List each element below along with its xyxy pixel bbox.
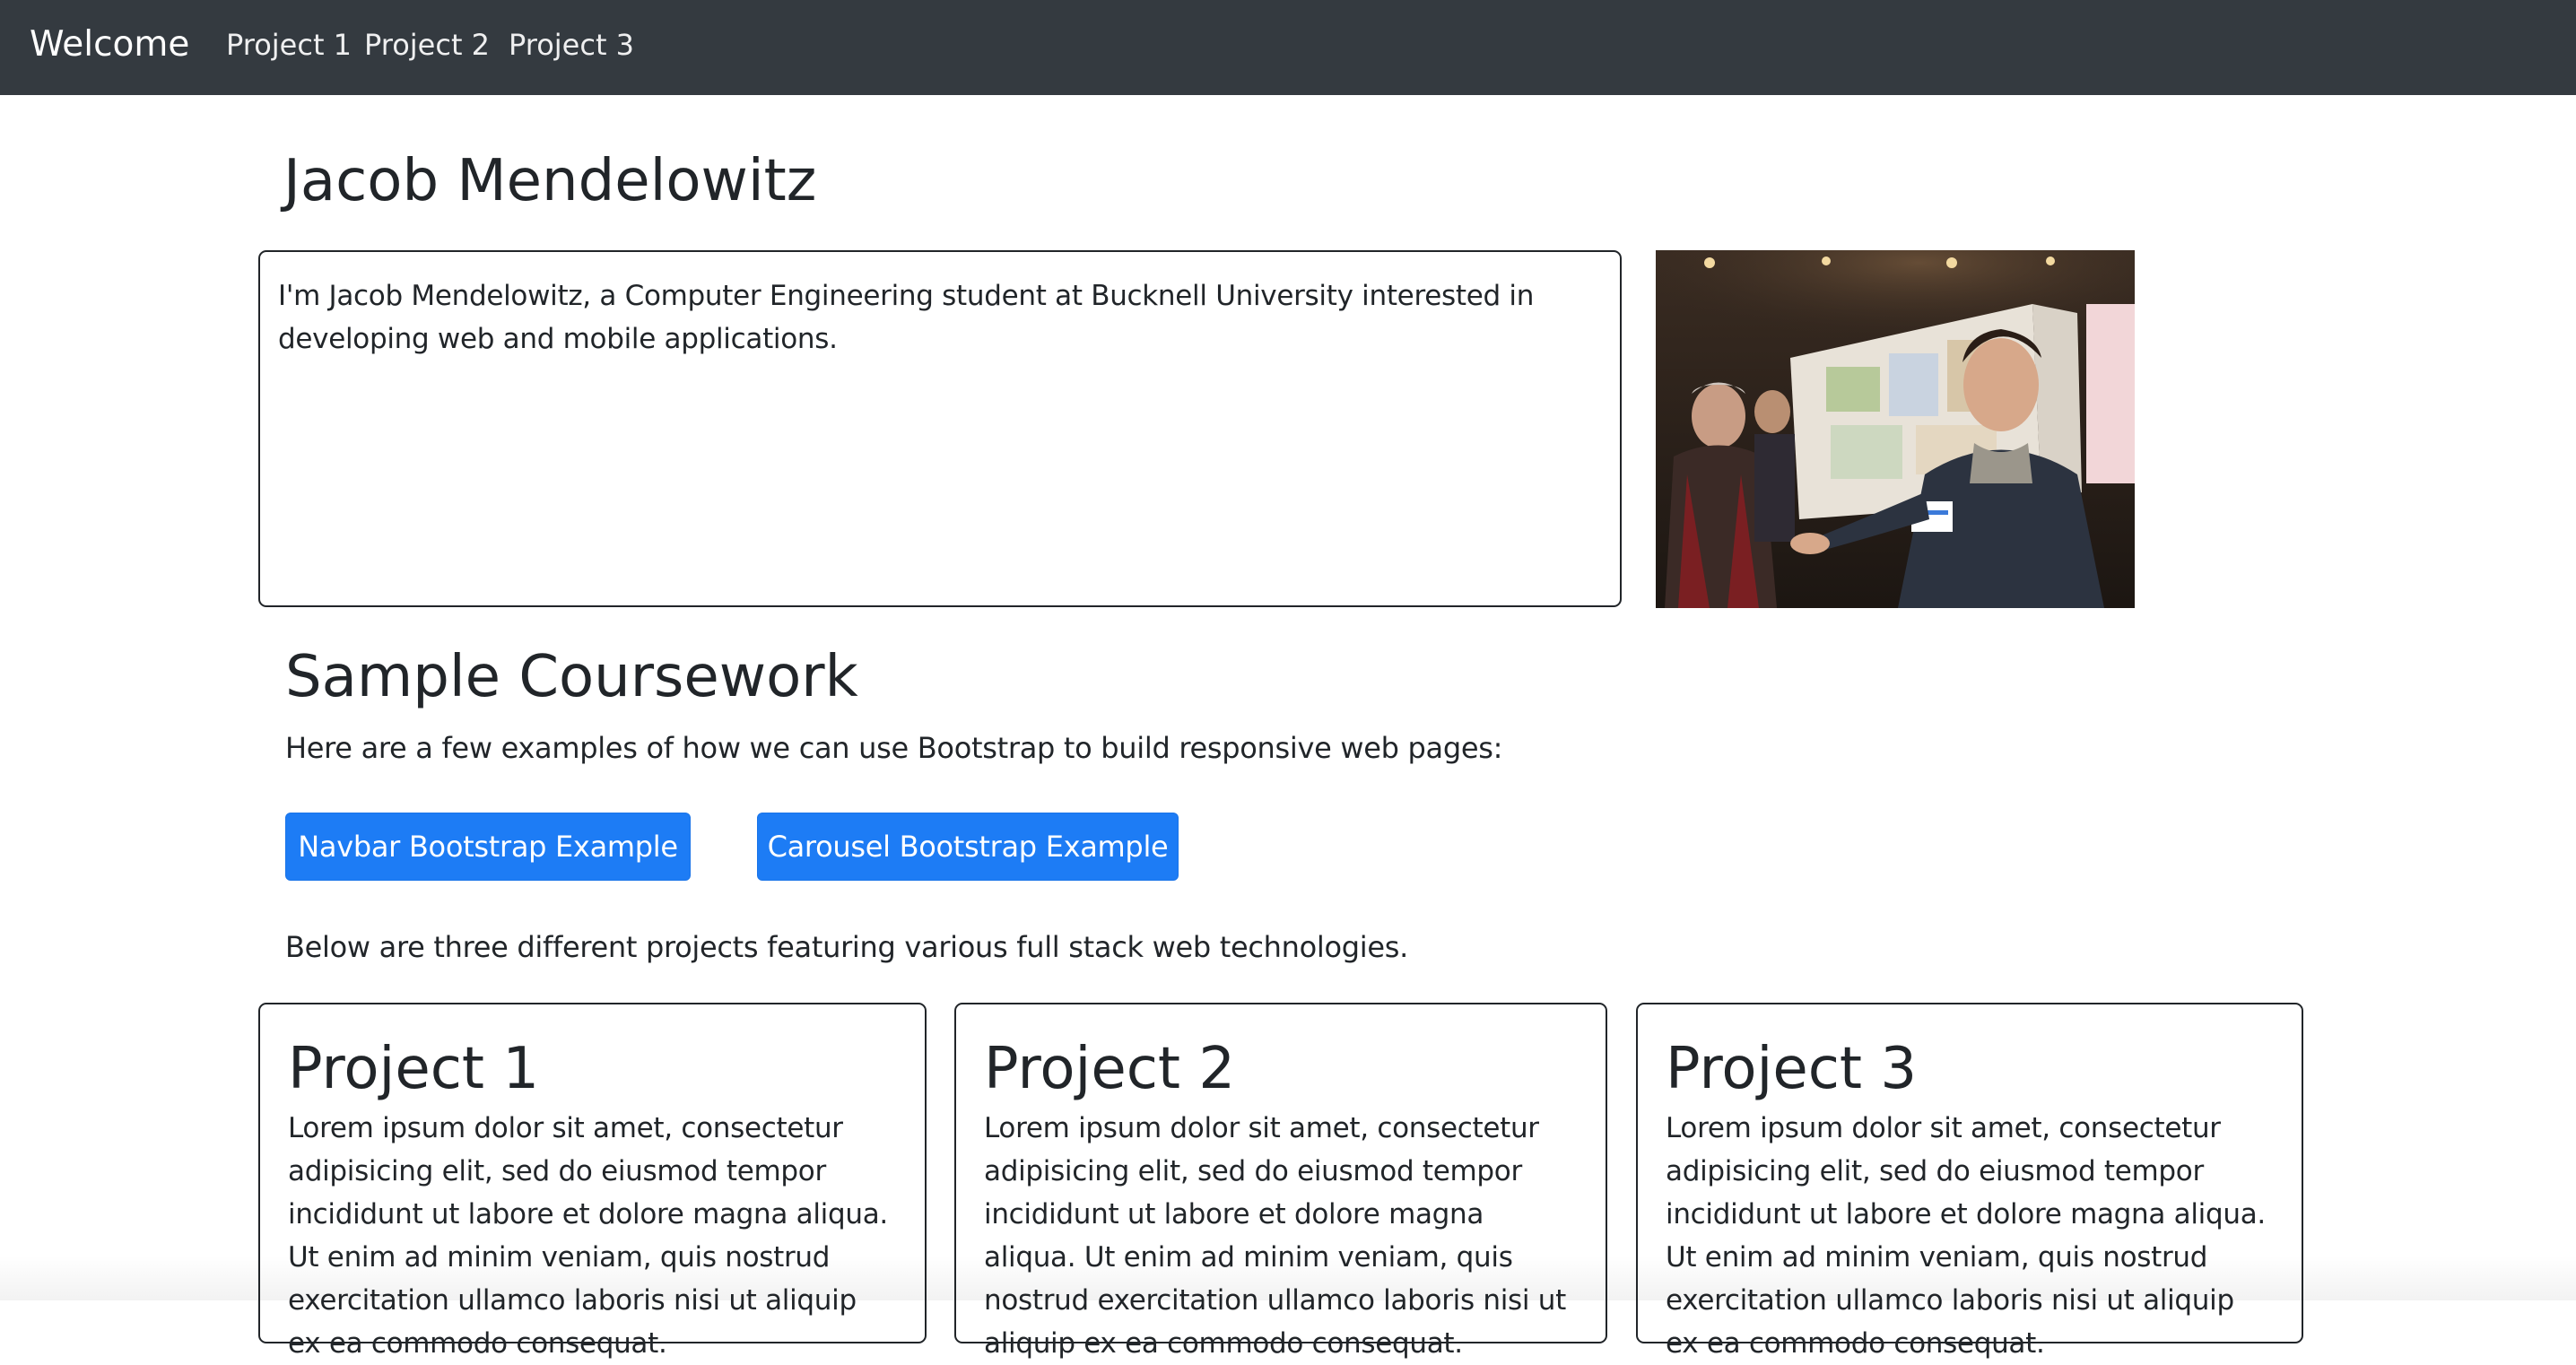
project-card-2: Project 2 Lorem ipsum dolor sit amet, co… — [954, 1003, 1607, 1360]
project-card-title: Project 3 — [1666, 1036, 1918, 1102]
project-card-3: Project 3 Lorem ipsum dolor sit amet, co… — [1636, 1003, 2303, 1360]
coursework-description: Here are a few examples of how we can us… — [285, 731, 1503, 765]
page-title: Jacob Mendelowitz — [283, 148, 817, 214]
projects-intro-text: Below are three different projects featu… — [285, 930, 1409, 964]
project-card-1: Project 1 Lorem ipsum dolor sit amet, co… — [258, 1003, 927, 1360]
project-card-title: Project 2 — [984, 1036, 1236, 1102]
project-card-text: Lorem ipsum dolor sit amet, consectetur … — [984, 1112, 1566, 1360]
navbar-brand[interactable]: Welcome — [30, 23, 189, 66]
project-card-title: Project 1 — [288, 1036, 540, 1102]
nav-link-project-3[interactable]: Project 3 — [509, 27, 634, 63]
project-card-text: Lorem ipsum dolor sit amet, consectetur … — [1666, 1112, 2266, 1360]
intro-box: I'm Jacob Mendelowitz, a Computer Engine… — [258, 250, 1622, 607]
nav-link-project-2[interactable]: Project 2 — [364, 27, 490, 63]
top-navbar: Welcome Project 1 Project 2 Project 3 — [0, 0, 2576, 95]
project-card-text: Lorem ipsum dolor sit amet, consectetur … — [288, 1112, 888, 1360]
profile-photo — [1656, 250, 2135, 608]
carousel-example-button[interactable]: Carousel Bootstrap Example — [757, 813, 1179, 881]
intro-text: I'm Jacob Mendelowitz, a Computer Engine… — [278, 280, 1535, 355]
profile-photo-illustration — [1656, 250, 2135, 608]
nav-link-project-1[interactable]: Project 1 — [226, 27, 352, 63]
coursework-heading: Sample Coursework — [285, 644, 858, 710]
navbar-example-button[interactable]: Navbar Bootstrap Example — [285, 813, 691, 881]
